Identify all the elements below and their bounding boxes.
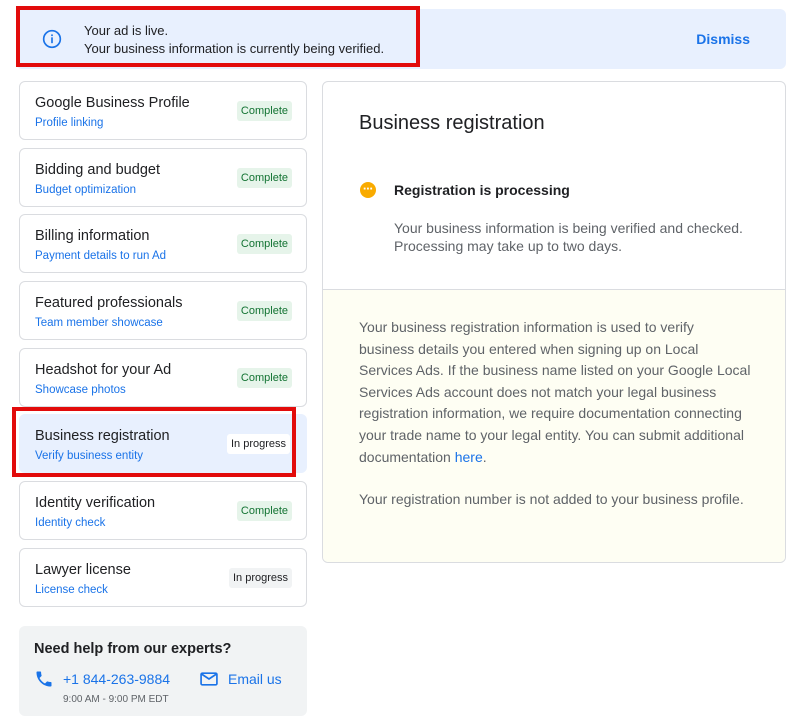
step-billing-information[interactable]: Billing information Payment details to r… [19, 214, 307, 273]
registration-info-end: . [482, 448, 487, 465]
step-title: Billing information [35, 228, 150, 244]
step-title: Headshot for your Ad [35, 362, 172, 378]
info-section: Your business registration information i… [323, 289, 785, 562]
step-subtitle: Identity check [35, 517, 106, 529]
banner-line-1: Your ad is live. [84, 23, 169, 38]
step-title: Featured professionals [35, 295, 183, 311]
status-title: Registration is processing [394, 182, 570, 198]
phone-number: +1 844-263-9884 [63, 671, 171, 687]
step-lawyer-license[interactable]: Lawyer license License check In progress [19, 548, 307, 607]
registration-info-body: Your business registration information i… [359, 319, 751, 465]
help-title: Need help from our experts? [34, 641, 232, 657]
step-google-business-profile[interactable]: Google Business Profile Profile linking … [19, 81, 307, 140]
step-subtitle: Budget optimization [35, 184, 137, 196]
dismiss-button[interactable]: Dismiss [696, 31, 750, 47]
step-title: Identity verification [35, 495, 156, 511]
status-badge: Complete [236, 168, 292, 188]
step-subtitle: Showcase photos [35, 384, 126, 396]
phone-link[interactable]: +1 844-263-9884 [34, 669, 170, 689]
status-description: Your business information is being verif… [394, 220, 743, 254]
documentation-link[interactable]: here [455, 449, 483, 465]
status-badge: In progress [228, 568, 292, 588]
help-box: Need help from our experts? +1 844-263-9… [19, 626, 307, 716]
info-icon [42, 29, 62, 49]
step-title: Bidding and budget [35, 162, 160, 178]
detail-panel: Business registration ⋯ Registration is … [322, 81, 786, 563]
step-featured-professionals[interactable]: Featured professionals Team member showc… [19, 281, 307, 340]
step-title: Google Business Profile [35, 95, 190, 111]
status-badge: Complete [236, 501, 292, 521]
step-business-registration[interactable]: Business registration Verify business en… [19, 414, 307, 473]
registration-note: Your registration number is not added to… [359, 491, 744, 507]
step-headshot[interactable]: Headshot for your Ad Showcase photos Com… [19, 348, 307, 407]
banner-line-2: Your business information is currently b… [84, 41, 385, 56]
step-subtitle: Payment details to run Ad [35, 250, 167, 262]
email-label: Email us [228, 671, 282, 687]
status-badge: Complete [236, 234, 292, 254]
registration-info-text: Your business registration information i… [359, 317, 751, 468]
detail-title: Business registration [359, 112, 545, 134]
status-badge: In progress [226, 434, 290, 454]
step-bidding-and-budget[interactable]: Bidding and budget Budget optimization C… [19, 148, 307, 207]
banner-message: Your ad is live. Your business informati… [84, 22, 384, 58]
pending-status-icon: ⋯ [360, 182, 376, 198]
notification-banner: Your ad is live. Your business informati… [16, 9, 786, 69]
step-subtitle: Profile linking [35, 117, 104, 129]
help-hours: 9:00 AM - 9:00 PM EDT [63, 694, 169, 705]
step-subtitle: License check [35, 584, 108, 596]
status-badge: Complete [236, 101, 292, 121]
email-link[interactable]: Email us [199, 669, 282, 689]
step-subtitle: Team member showcase [35, 317, 163, 329]
status-badge: Complete [236, 301, 292, 321]
step-subtitle: Verify business entity [35, 450, 144, 462]
step-identity-verification[interactable]: Identity verification Identity check Com… [19, 481, 307, 540]
step-title: Lawyer license [35, 562, 131, 578]
email-icon [200, 672, 218, 686]
phone-icon [36, 671, 52, 687]
step-title: Business registration [35, 428, 170, 444]
status-badge: Complete [236, 368, 292, 388]
